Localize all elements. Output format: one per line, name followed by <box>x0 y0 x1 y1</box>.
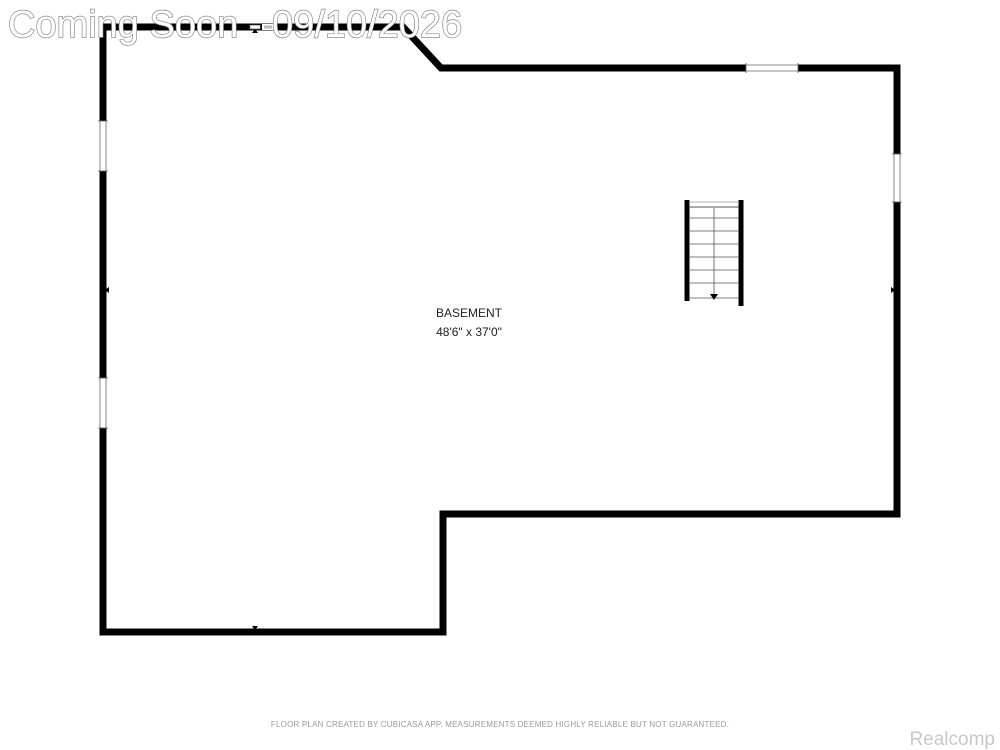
room-name: BASEMENT <box>436 306 503 320</box>
staircase <box>684 200 744 306</box>
coming-soon-watermark: Coming Soon - 09/10/2026 <box>8 4 462 46</box>
window-left-upper <box>98 120 108 172</box>
disclaimer-text: FLOOR PLAN CREATED BY CUBICASA APP. MEAS… <box>271 720 729 729</box>
window-top-right <box>745 63 799 73</box>
window-right <box>892 153 902 203</box>
window-left-lower <box>98 377 108 429</box>
brand-logo-text: Realcomp <box>909 729 995 750</box>
windows <box>98 24 902 429</box>
floor-plan: BASEMENT 48'6" x 37'0" Coming Soon - 09/… <box>7 3 995 750</box>
room-dimensions: 48'6" x 37'0" <box>436 325 502 339</box>
stairs-down-arrow-icon <box>710 294 718 300</box>
